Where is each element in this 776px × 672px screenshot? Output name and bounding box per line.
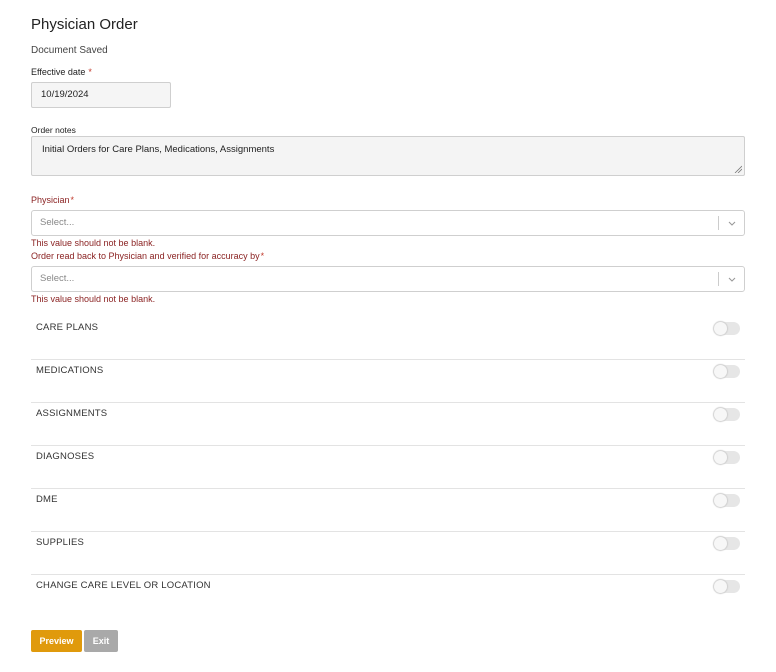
select-separator [718,216,719,230]
physician-label-text: Physician [31,195,70,205]
order-notes-value: Initial Orders for Care Plans, Medicatio… [42,144,275,155]
diagnoses-toggle[interactable] [714,451,740,464]
toggle-knob [714,365,727,378]
verified-by-label-text: Order read back to Physician and verifie… [31,251,260,261]
chevron-down-icon[interactable] [727,274,737,284]
section-label: SUPPLIES [36,537,85,548]
physician-select[interactable]: Select... [31,210,745,236]
physician-select-placeholder: Select... [40,217,75,228]
verified-by-error: This value should not be blank. [31,294,156,304]
section-row-supplies: SUPPLIES [31,532,745,575]
page-title: Physician Order [31,16,138,33]
physician-label: Physician* [31,195,74,205]
section-label: DME [36,494,58,505]
verified-by-select-placeholder: Select... [40,273,75,284]
preview-button[interactable]: Preview [31,630,82,652]
supplies-toggle[interactable] [714,537,740,550]
section-row-diagnoses: DIAGNOSES [31,446,745,489]
effective-date-label-text: Effective date [31,67,86,77]
chevron-down-icon[interactable] [727,218,737,228]
toggle-knob [714,537,727,550]
order-notes-textarea[interactable]: Initial Orders for Care Plans, Medicatio… [31,136,745,176]
care-plans-toggle[interactable] [714,322,740,335]
section-label: CHANGE CARE LEVEL OR LOCATION [36,580,211,591]
resize-handle-icon[interactable] [734,165,742,173]
order-notes-label: Order notes [31,125,76,135]
section-label: ASSIGNMENTS [36,408,108,419]
required-mark: * [88,67,92,77]
toggle-knob [714,580,727,593]
toggle-knob [714,494,727,507]
section-row-change-care-level: CHANGE CARE LEVEL OR LOCATION [31,575,745,618]
assignments-toggle[interactable] [714,408,740,421]
physician-error: This value should not be blank. [31,238,156,248]
verified-by-label: Order read back to Physician and verifie… [31,251,264,261]
medications-toggle[interactable] [714,365,740,378]
required-mark: * [70,195,75,205]
section-row-medications: MEDICATIONS [31,360,745,403]
dme-toggle[interactable] [714,494,740,507]
select-separator [718,272,719,286]
exit-button[interactable]: Exit [84,630,118,652]
change-care-level-toggle[interactable] [714,580,740,593]
section-label: DIAGNOSES [36,451,95,462]
required-mark: * [260,251,265,261]
toggle-knob [714,408,727,421]
toggle-knob [714,322,727,335]
section-label: CARE PLANS [36,322,99,333]
section-label: MEDICATIONS [36,365,104,376]
verified-by-select[interactable]: Select... [31,266,745,292]
section-row-dme: DME [31,489,745,532]
effective-date-label: Effective date * [31,67,92,77]
toggle-knob [714,451,727,464]
save-status: Document Saved [31,45,108,56]
section-row-assignments: ASSIGNMENTS [31,403,745,446]
section-row-care-plans: CARE PLANS [31,317,745,360]
effective-date-input[interactable]: 10/19/2024 [31,82,171,108]
